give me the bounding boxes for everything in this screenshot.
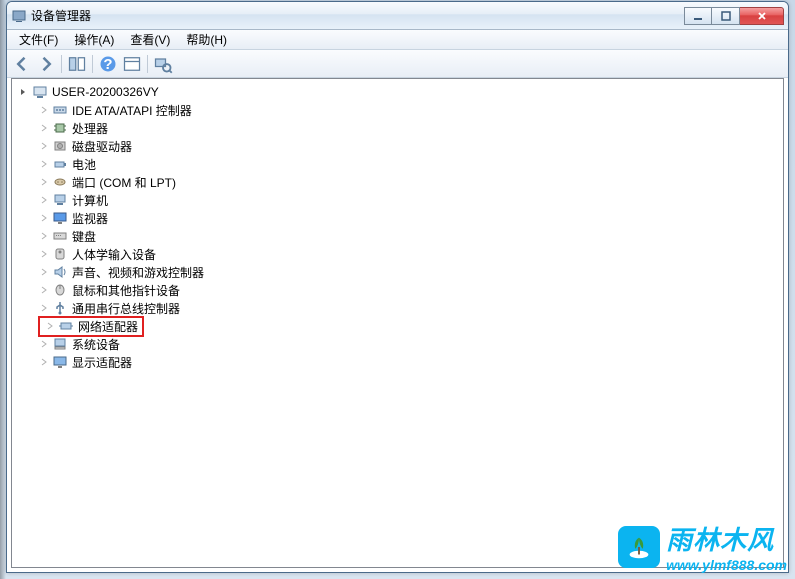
system-icon xyxy=(52,336,68,352)
tree-root[interactable]: USER-20200326VY xyxy=(14,83,781,101)
separator xyxy=(147,55,148,73)
tree-item[interactable]: 键盘 xyxy=(14,227,781,245)
tree-item[interactable]: 端口 (COM 和 LPT) xyxy=(14,173,781,191)
tree-item-label: 处理器 xyxy=(72,120,108,137)
help-button[interactable]: ? xyxy=(97,53,119,75)
expand-icon[interactable] xyxy=(38,122,50,134)
collapse-icon[interactable] xyxy=(18,86,30,98)
sound-icon xyxy=(52,264,68,280)
watermark: 雨林木风 www.ylmf888.com xyxy=(618,520,787,573)
expand-icon[interactable] xyxy=(38,230,50,242)
monitor-icon xyxy=(52,210,68,226)
tree-item-label: 监视器 xyxy=(72,210,108,227)
port-icon xyxy=(52,174,68,190)
tree-item-label: 电池 xyxy=(72,156,96,173)
tree-item[interactable]: 计算机 xyxy=(14,191,781,209)
watermark-title: 雨林木风 xyxy=(666,520,774,557)
toolbar: ? xyxy=(7,50,788,78)
titlebar[interactable]: 设备管理器 xyxy=(7,2,788,30)
battery-icon xyxy=(52,156,68,172)
watermark-icon xyxy=(618,526,660,568)
computer-icon xyxy=(32,84,48,100)
computer-icon xyxy=(52,192,68,208)
tree-item[interactable]: 显示适配器 xyxy=(14,353,781,371)
device-manager-window: 设备管理器 文件(F) 操作(A) 查看(V) 帮助(H) ? USER-202… xyxy=(6,1,789,573)
tree-item[interactable]: 网络适配器 xyxy=(14,317,781,335)
expand-icon[interactable] xyxy=(38,140,50,152)
window-title: 设备管理器 xyxy=(31,7,684,24)
network-icon xyxy=(58,318,74,334)
forward-button[interactable] xyxy=(35,53,57,75)
tree-item-label: 显示适配器 xyxy=(72,354,132,371)
hid-icon xyxy=(52,246,68,262)
expand-icon[interactable] xyxy=(38,194,50,206)
tree-item-label: 端口 (COM 和 LPT) xyxy=(72,174,176,191)
tree-item[interactable]: 处理器 xyxy=(14,119,781,137)
svg-text:?: ? xyxy=(103,56,112,73)
tree-item-label: 人体学输入设备 xyxy=(72,246,156,263)
tree-item-label: 键盘 xyxy=(72,228,96,245)
expand-icon[interactable] xyxy=(38,338,50,350)
tree-item[interactable]: 声音、视频和游戏控制器 xyxy=(14,263,781,281)
expand-icon[interactable] xyxy=(38,212,50,224)
maximize-button[interactable] xyxy=(712,7,740,25)
disk-icon xyxy=(52,138,68,154)
menu-action[interactable]: 操作(A) xyxy=(66,29,122,50)
menu-file[interactable]: 文件(F) xyxy=(11,29,66,50)
mouse-icon xyxy=(52,282,68,298)
tree-item[interactable]: 电池 xyxy=(14,155,781,173)
expand-icon[interactable] xyxy=(38,158,50,170)
tree-item-label: 计算机 xyxy=(72,192,108,209)
tree-item-label: 通用串行总线控制器 xyxy=(72,300,180,317)
usb-icon xyxy=(52,300,68,316)
display-icon xyxy=(52,354,68,370)
separator xyxy=(61,55,62,73)
expand-icon[interactable] xyxy=(38,248,50,260)
tree-root-label: USER-20200326VY xyxy=(52,85,159,99)
keyboard-icon xyxy=(52,228,68,244)
expand-icon[interactable] xyxy=(38,266,50,278)
expand-icon[interactable] xyxy=(38,302,50,314)
tree-item-label: 网络适配器 xyxy=(78,318,138,335)
expand-icon[interactable] xyxy=(38,104,50,116)
tree-item-label: 磁盘驱动器 xyxy=(72,138,132,155)
close-button[interactable] xyxy=(740,7,784,25)
expand-icon[interactable] xyxy=(38,284,50,296)
device-tree: USER-20200326VY IDE ATA/ATAPI 控制器处理器磁盘驱动… xyxy=(12,79,783,375)
expand-icon[interactable] xyxy=(44,320,56,332)
separator xyxy=(92,55,93,73)
tree-item-label: 系统设备 xyxy=(72,336,120,353)
minimize-button[interactable] xyxy=(684,7,712,25)
menu-help[interactable]: 帮助(H) xyxy=(178,29,235,50)
tree-item-label: IDE ATA/ATAPI 控制器 xyxy=(72,102,192,119)
ide-icon xyxy=(52,102,68,118)
cpu-icon xyxy=(52,120,68,136)
tree-item[interactable]: 鼠标和其他指针设备 xyxy=(14,281,781,299)
expand-icon[interactable] xyxy=(38,176,50,188)
properties-button[interactable] xyxy=(121,53,143,75)
expand-icon[interactable] xyxy=(38,356,50,368)
app-icon xyxy=(11,8,27,24)
tree-item-label: 声音、视频和游戏控制器 xyxy=(72,264,204,281)
tree-item[interactable]: 监视器 xyxy=(14,209,781,227)
show-hide-button[interactable] xyxy=(66,53,88,75)
tree-item[interactable]: 磁盘驱动器 xyxy=(14,137,781,155)
tree-item-label: 鼠标和其他指针设备 xyxy=(72,282,180,299)
back-button[interactable] xyxy=(11,53,33,75)
tree-item[interactable]: 人体学输入设备 xyxy=(14,245,781,263)
tree-item[interactable]: 通用串行总线控制器 xyxy=(14,299,781,317)
scan-button[interactable] xyxy=(152,53,174,75)
menubar: 文件(F) 操作(A) 查看(V) 帮助(H) xyxy=(7,30,788,50)
tree-item[interactable]: IDE ATA/ATAPI 控制器 xyxy=(14,101,781,119)
tree-item[interactable]: 系统设备 xyxy=(14,335,781,353)
tree-panel[interactable]: USER-20200326VY IDE ATA/ATAPI 控制器处理器磁盘驱动… xyxy=(11,78,784,568)
menu-view[interactable]: 查看(V) xyxy=(122,29,178,50)
watermark-url: www.ylmf888.com xyxy=(666,557,787,573)
